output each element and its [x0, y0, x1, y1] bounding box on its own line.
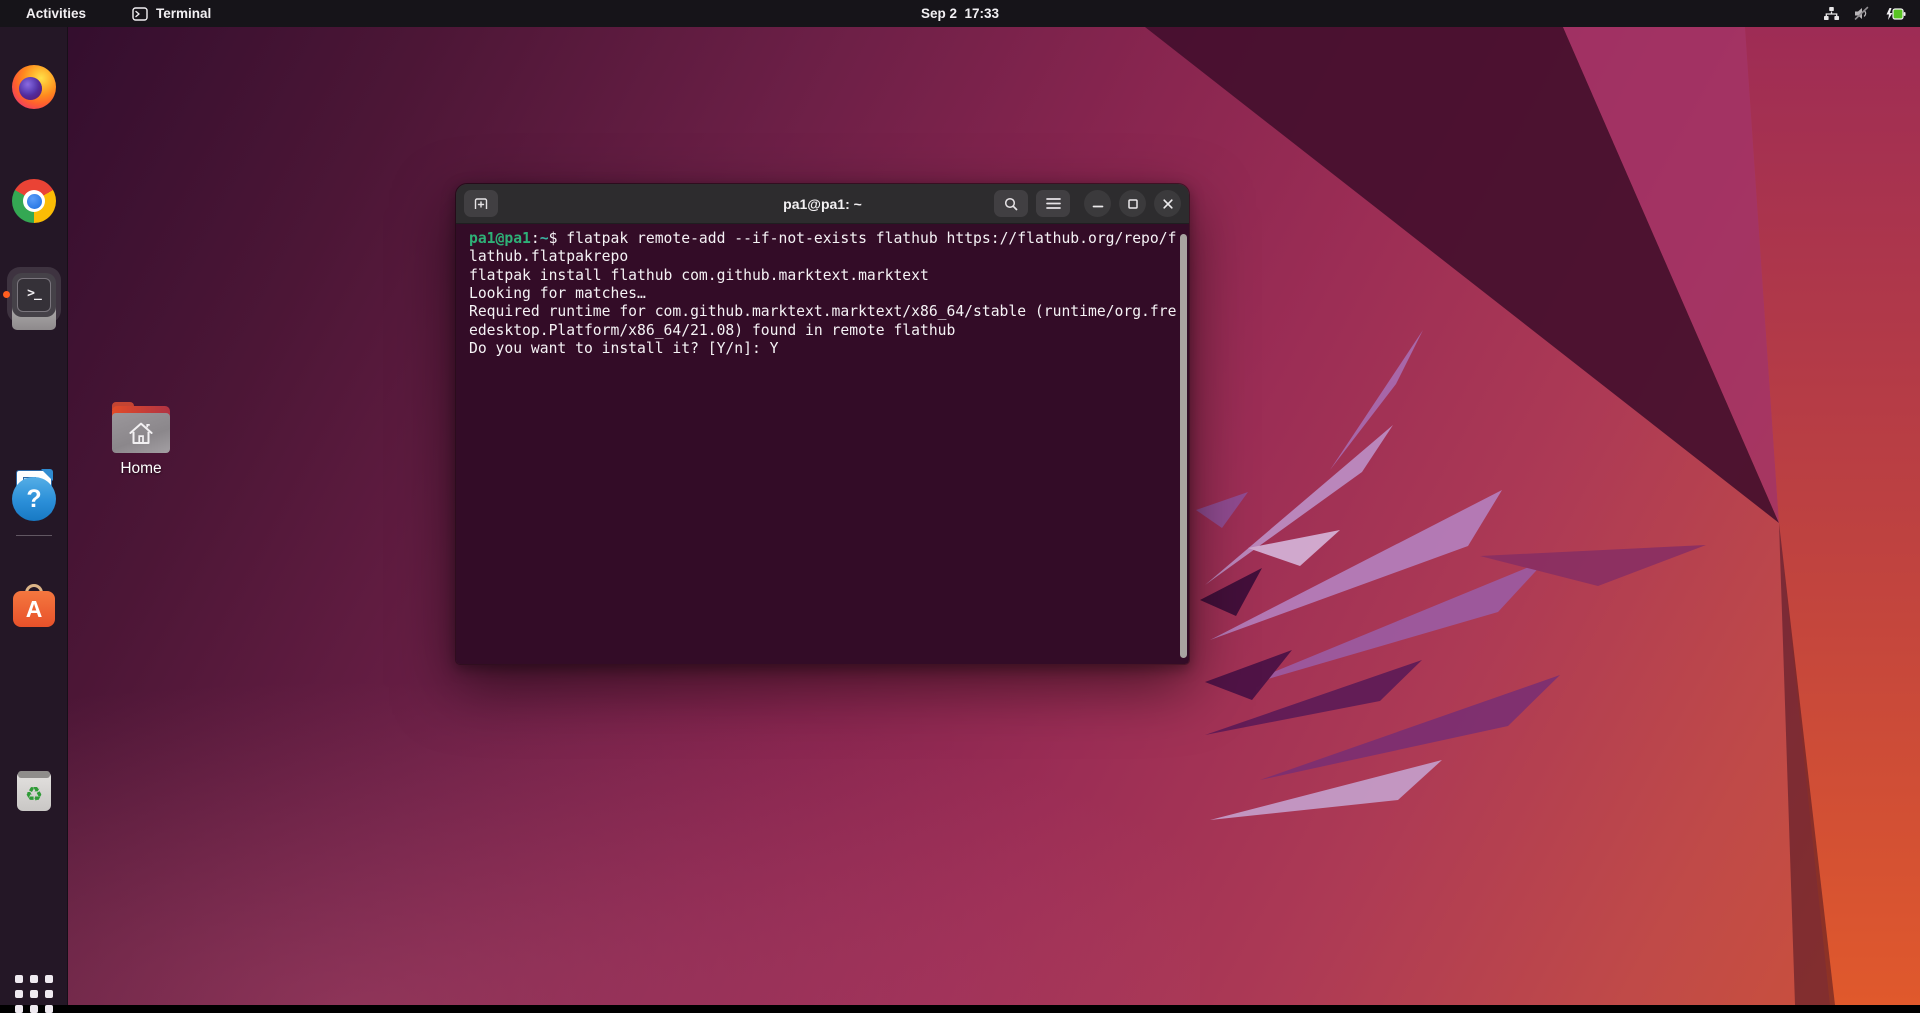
dock-item-firefox[interactable]	[12, 65, 56, 109]
hamburger-menu-icon	[1046, 197, 1061, 210]
clock-button[interactable]: Sep 2 17:33	[911, 0, 1009, 27]
help-icon: ?	[26, 485, 41, 514]
terminal-line: flatpak install flathub com.github.markt…	[469, 267, 1175, 285]
terminal-line: Do you want to install it? [Y/n]: Y	[469, 340, 1175, 358]
dock: >_ A ? ♻	[0, 27, 68, 1005]
show-applications-icon	[15, 975, 23, 983]
menu-button[interactable]	[1036, 190, 1070, 217]
terminal-header-bar[interactable]: pa1@pa1: ~	[456, 184, 1189, 224]
minimize-icon	[1092, 198, 1104, 210]
dock-item-trash[interactable]: ♻	[12, 768, 56, 812]
terminal-line: Required runtime for com.github.marktext…	[469, 303, 1175, 321]
close-button[interactable]	[1154, 190, 1181, 217]
terminal-window: pa1@pa1: ~	[455, 183, 1190, 665]
battery-charging-icon	[1884, 7, 1906, 21]
new-tab-button[interactable]	[464, 190, 498, 217]
search-button[interactable]	[994, 190, 1028, 217]
terminal-lines: pa1@pa1:~$ flatpak remote-add --if-not-e…	[469, 230, 1175, 358]
focused-app-label: Terminal	[156, 6, 211, 21]
new-tab-icon	[473, 196, 489, 212]
terminal-icon: >_	[17, 278, 51, 312]
terminal-scrollbar[interactable]	[1180, 234, 1187, 658]
system-tray-button[interactable]	[1819, 0, 1910, 27]
close-icon	[1162, 198, 1174, 210]
desktop-home-shortcut[interactable]: Home	[108, 406, 174, 478]
dock-item-ubuntu-software[interactable]: A	[12, 584, 56, 628]
home-folder-icon	[112, 406, 170, 453]
activities-button[interactable]: Activities	[20, 4, 92, 23]
terminal-line: edesktop.Platform/x86_64/21.08) found in…	[469, 322, 1175, 340]
dock-item-help[interactable]: ?	[12, 477, 56, 521]
terminal-line: pa1@pa1:~$ flatpak remote-add --if-not-e…	[469, 230, 1175, 248]
window-title: pa1@pa1: ~	[783, 196, 862, 212]
terminal-output[interactable]: pa1@pa1:~$ flatpak remote-add --if-not-e…	[456, 224, 1189, 664]
maximize-icon	[1127, 198, 1139, 210]
ubuntu-software-icon: A	[13, 591, 55, 627]
terminal-line: lathub.flatpakrepo	[469, 248, 1175, 266]
search-icon	[1003, 196, 1019, 212]
show-applications-button[interactable]	[15, 975, 53, 1013]
focused-app-menu[interactable]: Terminal	[126, 4, 217, 23]
minimize-button[interactable]	[1084, 190, 1111, 217]
terminal-icon	[132, 7, 148, 21]
dock-item-terminal[interactable]: >_	[12, 273, 56, 317]
dock-separator	[16, 535, 52, 536]
terminal-running-indicator-icon	[3, 291, 10, 298]
maximize-button[interactable]	[1119, 190, 1146, 217]
dock-item-chrome[interactable]	[12, 179, 56, 223]
volume-muted-icon	[1853, 6, 1871, 21]
house-icon	[126, 419, 156, 447]
terminal-line: Looking for matches…	[469, 285, 1175, 303]
network-wired-icon	[1823, 6, 1840, 21]
top-bar: Activities Terminal Sep 2 17:33	[0, 0, 1920, 27]
home-shortcut-label: Home	[108, 460, 174, 478]
recycle-icon: ♻	[25, 784, 43, 804]
